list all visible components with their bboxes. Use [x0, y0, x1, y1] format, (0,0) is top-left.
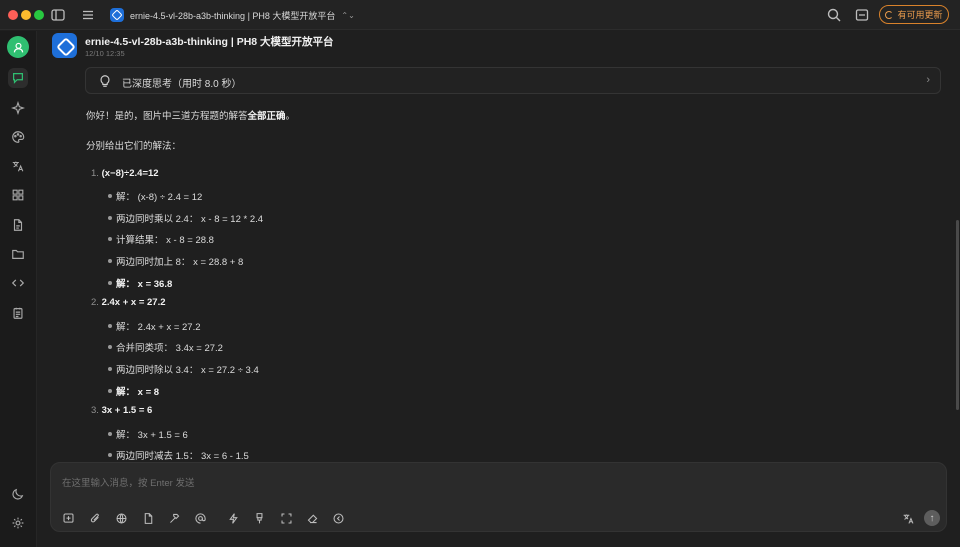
- solution-step: 合并同类项： 3.4x = 27.2: [116, 343, 223, 354]
- translate-icon[interactable]: [900, 510, 916, 526]
- user-avatar[interactable]: [7, 36, 29, 58]
- document-icon[interactable]: [8, 215, 28, 235]
- solution-step: 两边同时除以 3.4： x = 27.2 ÷ 3.4: [116, 365, 259, 376]
- minimize-window-button[interactable]: [21, 10, 31, 20]
- bullet-dot: [108, 194, 112, 198]
- attach-icon[interactable]: [87, 510, 103, 526]
- thinking-panel[interactable]: 已深度思考（用时 8.0 秒） ›: [85, 67, 941, 94]
- sparkle-icon[interactable]: [8, 98, 28, 118]
- problem-title: 3x + 1.5 = 6: [101, 405, 153, 416]
- apps-grid-icon[interactable]: [8, 185, 28, 205]
- chevron-right-icon: ›: [926, 74, 930, 86]
- message-timestamp: 12/10 12:35: [85, 49, 125, 58]
- close-window-button[interactable]: [8, 10, 18, 20]
- model-selector[interactable]: ernie-4.5-vl-28b-a3b-thinking | PH8 大模型开…: [110, 6, 355, 24]
- menu-icon[interactable]: [80, 7, 96, 23]
- translate-icon[interactable]: [8, 156, 28, 176]
- solution-step: 两边同时加上 8： x = 28.8 + 8: [116, 257, 244, 268]
- bullet-dot: [108, 281, 112, 285]
- solution-step: 解： (x-8) ÷ 2.4 = 12: [116, 192, 203, 203]
- bullet-dot: [108, 237, 112, 241]
- message-intro: 你好！是的，图片中三道方程题的解答全部正确。: [86, 108, 295, 122]
- message-sender: ernie-4.5-vl-28b-a3b-thinking | PH8 大模型开…: [85, 36, 334, 48]
- problem-number: 3.: [91, 405, 99, 416]
- solution-step: 两边同时减去 1.5： 3x = 6 - 1.5: [116, 451, 249, 461]
- solution-step: 计算结果： x - 8 = 28.8: [116, 235, 214, 246]
- folder-icon[interactable]: [8, 244, 28, 264]
- send-button[interactable]: ↑: [924, 510, 940, 526]
- thinking-label: 已深度思考（用时 8.0 秒）: [122, 79, 242, 90]
- update-available-button[interactable]: 有可用更新: [879, 5, 949, 24]
- globe-icon[interactable]: [113, 510, 129, 526]
- chevron-updown-icon: ⌃⌄: [341, 10, 355, 20]
- chat-scrollbar[interactable]: [956, 220, 959, 410]
- problem-heading: 3. 3x + 1.5 = 6: [91, 405, 152, 416]
- sidebar: [0, 31, 37, 547]
- solution-step: 解： 2.4x + x = 27.2: [116, 322, 201, 333]
- bullet-dot: [108, 345, 112, 349]
- refresh-icon: [885, 10, 894, 19]
- moon-icon[interactable]: [8, 484, 28, 504]
- message-composer[interactable]: 在这里输入消息，按 Enter 发送 ↑: [50, 462, 947, 532]
- problem-number: 1.: [91, 168, 99, 179]
- message-content: 你好！是的，图片中三道方程题的解答全部正确。 分别给出它们的解法： 1. (x−…: [86, 101, 906, 461]
- toggle-sidebar-icon[interactable]: [50, 7, 66, 23]
- lightbulb-icon: [100, 75, 110, 87]
- model-selector-label: ernie-4.5-vl-28b-a3b-thinking | PH8 大模型开…: [130, 10, 336, 21]
- lightning-icon[interactable]: [225, 510, 241, 526]
- model-logo-icon: [110, 8, 124, 22]
- eraser-icon[interactable]: [304, 510, 320, 526]
- intro-bold-text: 全部正确: [247, 111, 286, 122]
- hammer-icon[interactable]: [166, 510, 182, 526]
- bullet-dot: [108, 389, 112, 393]
- intro-text: 你好！是的，图片中三道方程题的解答: [86, 111, 248, 122]
- chat-icon[interactable]: [8, 68, 28, 88]
- mention-icon[interactable]: [192, 510, 208, 526]
- maximize-window-button[interactable]: [34, 10, 44, 20]
- solution-step: 两边同时乘以 2.4： x - 8 = 12 * 2.4: [116, 214, 264, 225]
- problem-title: (x−8)÷2.4=12: [101, 168, 159, 179]
- bullet-dot: [108, 324, 112, 328]
- message-subtitle: 分别给出它们的解法：: [86, 141, 182, 152]
- fullscreen-icon[interactable]: [278, 510, 294, 526]
- intro-suffix: 。: [285, 111, 296, 122]
- bullet-dot: [108, 432, 112, 436]
- code-icon[interactable]: [8, 273, 28, 293]
- settings-icon[interactable]: [8, 513, 28, 533]
- arrow-up-icon: ↑: [929, 512, 935, 524]
- new-topic-icon[interactable]: [60, 510, 76, 526]
- search-icon[interactable]: [826, 7, 842, 23]
- problem-number: 2.: [91, 297, 99, 308]
- solution-answer: 解： x = 36.8: [116, 279, 173, 290]
- bullet-dot: [108, 367, 112, 371]
- assistant-avatar: [52, 33, 77, 58]
- update-available-label: 有可用更新: [897, 10, 943, 20]
- solution-step: 解： 3x + 1.5 = 6: [116, 430, 188, 441]
- problem-heading: 1. (x−8)÷2.4=12: [91, 168, 159, 179]
- bullet-dot: [108, 453, 112, 457]
- file-icon[interactable]: [140, 510, 156, 526]
- bullet-dot: [108, 259, 112, 263]
- problem-title: 2.4x + x = 27.2: [101, 297, 166, 308]
- stop-circle-icon[interactable]: [330, 510, 346, 526]
- brush-icon[interactable]: [251, 510, 267, 526]
- layout-icon[interactable]: [854, 7, 870, 23]
- message-input[interactable]: 在这里输入消息，按 Enter 发送: [62, 475, 195, 489]
- problem-heading: 2. 2.4x + x = 27.2: [91, 297, 166, 308]
- bullet-dot: [108, 216, 112, 220]
- notepad-icon[interactable]: [8, 303, 28, 323]
- title-bar: ernie-4.5-vl-28b-a3b-thinking | PH8 大模型开…: [0, 0, 960, 30]
- palette-icon[interactable]: [8, 127, 28, 147]
- solution-answer: 解： x = 8: [116, 387, 160, 398]
